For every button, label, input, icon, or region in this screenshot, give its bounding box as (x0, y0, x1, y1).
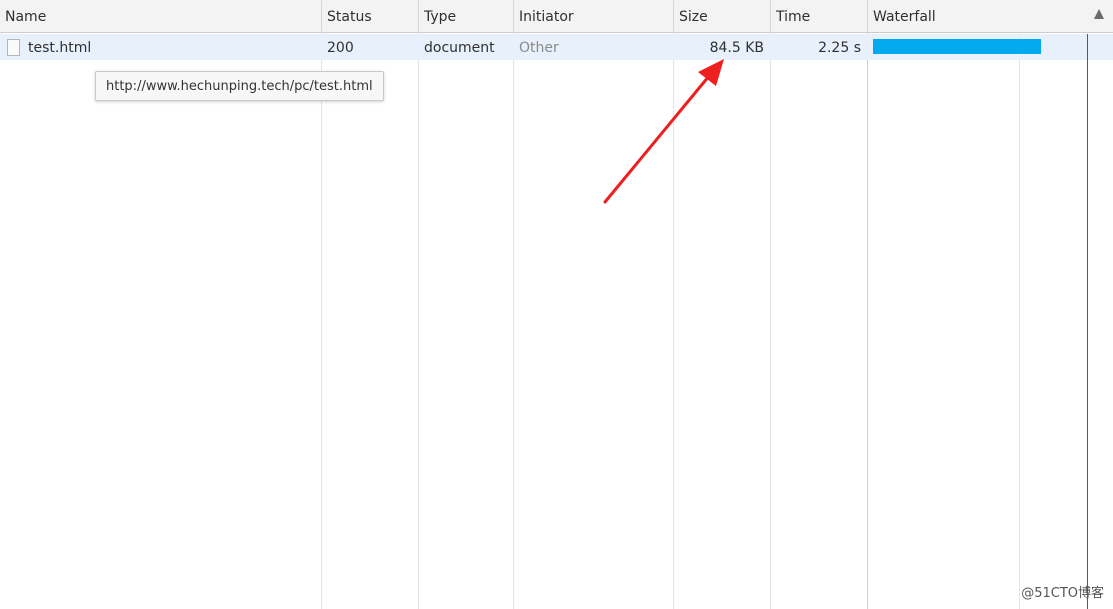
waterfall-timing-bar[interactable] (873, 39, 1041, 54)
row-status-cell: 200 (327, 40, 354, 56)
column-header-time-label: Time (776, 9, 811, 25)
row-size-cell: 84.5 KB (709, 40, 764, 56)
url-tooltip: http://www.hechunping.tech/pc/test.html (95, 71, 384, 101)
row-initiator-cell: Other (519, 40, 559, 56)
table-row[interactable]: test.html 200 document Other 84.5 KB 2.2… (0, 34, 1113, 60)
column-divider (867, 33, 868, 609)
column-header-size[interactable]: Size (674, 0, 771, 33)
load-event-line (1087, 34, 1088, 609)
column-header-status[interactable]: Status (322, 0, 419, 33)
column-header-size-label: Size (679, 9, 708, 25)
column-header-initiator-label: Initiator (519, 9, 574, 25)
column-header-name-label: Name (5, 9, 47, 25)
column-header-status-label: Status (327, 9, 372, 25)
sort-ascending-icon[interactable] (1094, 9, 1104, 19)
column-divider (770, 33, 771, 609)
waterfall-marker (1017, 39, 1018, 54)
column-divider (418, 33, 419, 609)
network-panel: Name Status Type Initiator Size Time Wat… (0, 0, 1113, 609)
column-header-type[interactable]: Type (419, 0, 514, 33)
column-header-time[interactable]: Time (771, 0, 868, 33)
column-header-waterfall-label: Waterfall (873, 9, 936, 25)
column-header-initiator[interactable]: Initiator (514, 0, 674, 33)
document-file-icon (7, 39, 20, 56)
column-header-type-label: Type (424, 9, 457, 25)
column-header-name[interactable]: Name (0, 0, 322, 33)
table-header: Name Status Type Initiator Size Time Wat… (0, 0, 1113, 33)
row-name-cell[interactable]: test.html (23, 34, 321, 60)
row-time-cell: 2.25 s (818, 40, 861, 56)
column-divider (321, 33, 322, 609)
watermark: @51CTO博客 (1021, 586, 1104, 601)
waterfall-grid-line (1019, 33, 1020, 609)
column-divider (513, 33, 514, 609)
column-divider (673, 33, 674, 609)
row-type-cell: document (424, 40, 495, 56)
column-header-waterfall[interactable]: Waterfall (868, 0, 1113, 33)
